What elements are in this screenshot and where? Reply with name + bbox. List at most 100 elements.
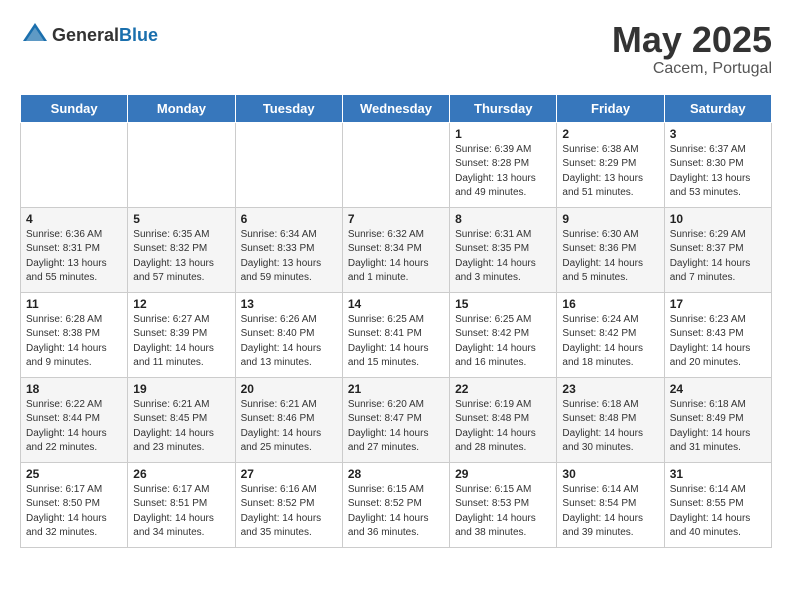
calendar-cell: 31Sunrise: 6:14 AMSunset: 8:55 PMDayligh… <box>664 462 771 547</box>
calendar-cell: 30Sunrise: 6:14 AMSunset: 8:54 PMDayligh… <box>557 462 664 547</box>
calendar-week-1: 4 Sunrise: 6:36 AMSunset: 8:31 PMDaylight… <box>21 207 772 292</box>
day-info: Sunrise: 6:21 AMSunset: 8:46 PMDaylight:… <box>241 398 337 456</box>
calendar-cell: 25Sunrise: 6:17 AMSunset: 8:50 PMDayligh… <box>21 462 128 547</box>
location-subtitle: Cacem, Portugal <box>612 60 772 78</box>
day-number: 16 <box>562 297 658 311</box>
day-info: Sunrise: 6:16 AMSunset: 8:52 PMDaylight:… <box>241 483 337 541</box>
calendar-week-0: 1Sunrise: 6:39 AMSunset: 8:28 PMDaylight… <box>21 122 772 207</box>
calendar-cell: 21Sunrise: 6:20 AMSunset: 8:47 PMDayligh… <box>342 377 449 462</box>
day-number: 4 <box>26 212 122 226</box>
day-number: 24 <box>670 382 766 396</box>
calendar-cell: 4 Sunrise: 6:36 AMSunset: 8:31 PMDaylight… <box>21 207 128 292</box>
calendar-cell: 27 Sunrise: 6:16 AMSunset: 8:52 PMDayligh… <box>235 462 342 547</box>
calendar-cell: 14Sunrise: 6:25 AMSunset: 8:41 PMDayligh… <box>342 292 449 377</box>
day-info: Sunrise: 6:38 AMSunset: 8:29 PMDaylight:… <box>562 143 658 201</box>
calendar-cell: 6Sunrise: 6:34 AMSunset: 8:33 PMDaylight… <box>235 207 342 292</box>
day-number: 3 <box>670 127 766 141</box>
day-info: Sunrise: 6:19 AMSunset: 8:48 PMDaylight:… <box>455 398 551 456</box>
day-number: 23 <box>562 382 658 396</box>
day-number: 9 <box>562 212 658 226</box>
day-info: Sunrise: 6:15 AMSunset: 8:52 PMDaylight:… <box>348 483 444 541</box>
day-number: 28 <box>348 467 444 481</box>
day-info: Sunrise: 6:32 AMSunset: 8:34 PMDaylight:… <box>348 228 444 286</box>
day-info: Sunrise: 6:18 AMSunset: 8:48 PMDaylight:… <box>562 398 658 456</box>
header-day-thursday: Thursday <box>450 94 557 122</box>
calendar-cell: 17 Sunrise: 6:23 AMSunset: 8:43 PMDayligh… <box>664 292 771 377</box>
day-info: Sunrise: 6:36 AMSunset: 8:31 PMDaylight:… <box>26 228 122 286</box>
day-info: Sunrise: 6:29 AMSunset: 8:37 PMDaylight:… <box>670 228 766 286</box>
header-day-sunday: Sunday <box>21 94 128 122</box>
calendar-cell: 8Sunrise: 6:31 AMSunset: 8:35 PMDaylight… <box>450 207 557 292</box>
calendar-header: SundayMondayTuesdayWednesdayThursdayFrid… <box>21 94 772 122</box>
calendar-cell: 23 Sunrise: 6:18 AMSunset: 8:48 PMDayligh… <box>557 377 664 462</box>
calendar-cell: 22Sunrise: 6:19 AMSunset: 8:48 PMDayligh… <box>450 377 557 462</box>
day-info: Sunrise: 6:14 AMSunset: 8:54 PMDaylight:… <box>562 483 658 541</box>
calendar-cell: 1Sunrise: 6:39 AMSunset: 8:28 PMDaylight… <box>450 122 557 207</box>
day-number: 8 <box>455 212 551 226</box>
calendar-table: SundayMondayTuesdayWednesdayThursdayFrid… <box>20 94 772 548</box>
calendar-cell: 24 Sunrise: 6:18 AMSunset: 8:49 PMDayligh… <box>664 377 771 462</box>
calendar-cell <box>235 122 342 207</box>
calendar-cell: 26Sunrise: 6:17 AMSunset: 8:51 PMDayligh… <box>128 462 235 547</box>
day-info: Sunrise: 6:26 AMSunset: 8:40 PMDaylight:… <box>241 313 337 371</box>
day-number: 15 <box>455 297 551 311</box>
header-day-wednesday: Wednesday <box>342 94 449 122</box>
calendar-cell: 18Sunrise: 6:22 AMSunset: 8:44 PMDayligh… <box>21 377 128 462</box>
header-row: SundayMondayTuesdayWednesdayThursdayFrid… <box>21 94 772 122</box>
day-number: 5 <box>133 212 229 226</box>
day-info: Sunrise: 6:30 AMSunset: 8:36 PMDaylight:… <box>562 228 658 286</box>
header-day-monday: Monday <box>128 94 235 122</box>
day-info: Sunrise: 6:27 AMSunset: 8:39 PMDaylight:… <box>133 313 229 371</box>
calendar-cell: 29 Sunrise: 6:15 AMSunset: 8:53 PMDayligh… <box>450 462 557 547</box>
calendar-cell: 10 Sunrise: 6:29 AMSunset: 8:37 PMDayligh… <box>664 207 771 292</box>
calendar-week-4: 25Sunrise: 6:17 AMSunset: 8:50 PMDayligh… <box>21 462 772 547</box>
day-number: 1 <box>455 127 551 141</box>
day-info: Sunrise: 6:25 AMSunset: 8:42 PMDaylight:… <box>455 313 551 371</box>
calendar-cell: 15 Sunrise: 6:25 AMSunset: 8:42 PMDayligh… <box>450 292 557 377</box>
calendar-cell: 7Sunrise: 6:32 AMSunset: 8:34 PMDaylight… <box>342 207 449 292</box>
header-day-saturday: Saturday <box>664 94 771 122</box>
day-info: Sunrise: 6:18 AMSunset: 8:49 PMDaylight:… <box>670 398 766 456</box>
day-number: 13 <box>241 297 337 311</box>
day-number: 11 <box>26 297 122 311</box>
calendar-cell: 13 Sunrise: 6:26 AMSunset: 8:40 PMDayligh… <box>235 292 342 377</box>
calendar-cell: 20 Sunrise: 6:21 AMSunset: 8:46 PMDayligh… <box>235 377 342 462</box>
day-number: 10 <box>670 212 766 226</box>
calendar-cell: 3 Sunrise: 6:37 AMSunset: 8:30 PMDaylight… <box>664 122 771 207</box>
calendar-cell: 2 Sunrise: 6:38 AMSunset: 8:29 PMDaylight… <box>557 122 664 207</box>
day-number: 18 <box>26 382 122 396</box>
calendar-cell: 11 Sunrise: 6:28 AMSunset: 8:38 PMDayligh… <box>21 292 128 377</box>
day-number: 2 <box>562 127 658 141</box>
calendar-cell <box>21 122 128 207</box>
day-number: 27 <box>241 467 337 481</box>
page-header: GeneralBlue May 2025 Cacem, Portugal <box>20 20 772 78</box>
month-year-title: May 2025 <box>612 20 772 60</box>
day-number: 6 <box>241 212 337 226</box>
calendar-cell: 28 Sunrise: 6:15 AMSunset: 8:52 PMDayligh… <box>342 462 449 547</box>
day-number: 19 <box>133 382 229 396</box>
day-info: Sunrise: 6:37 AMSunset: 8:30 PMDaylight:… <box>670 143 766 201</box>
day-number: 14 <box>348 297 444 311</box>
calendar-cell: 19Sunrise: 6:21 AMSunset: 8:45 PMDayligh… <box>128 377 235 462</box>
logo-blue-text: Blue <box>119 25 158 45</box>
header-day-friday: Friday <box>557 94 664 122</box>
day-number: 29 <box>455 467 551 481</box>
day-info: Sunrise: 6:14 AMSunset: 8:55 PMDaylight:… <box>670 483 766 541</box>
logo: GeneralBlue <box>20 20 158 50</box>
day-number: 26 <box>133 467 229 481</box>
calendar-cell <box>128 122 235 207</box>
logo-icon <box>20 20 50 50</box>
calendar-cell: 16 Sunrise: 6:24 AMSunset: 8:42 PMDayligh… <box>557 292 664 377</box>
calendar-cell <box>342 122 449 207</box>
day-info: Sunrise: 6:28 AMSunset: 8:38 PMDaylight:… <box>26 313 122 371</box>
day-info: Sunrise: 6:23 AMSunset: 8:43 PMDaylight:… <box>670 313 766 371</box>
calendar-body: 1Sunrise: 6:39 AMSunset: 8:28 PMDaylight… <box>21 122 772 547</box>
calendar-cell: 5 Sunrise: 6:35 AMSunset: 8:32 PMDaylight… <box>128 207 235 292</box>
day-info: Sunrise: 6:35 AMSunset: 8:32 PMDaylight:… <box>133 228 229 286</box>
day-info: Sunrise: 6:15 AMSunset: 8:53 PMDaylight:… <box>455 483 551 541</box>
day-number: 25 <box>26 467 122 481</box>
day-info: Sunrise: 6:24 AMSunset: 8:42 PMDaylight:… <box>562 313 658 371</box>
day-number: 17 <box>670 297 766 311</box>
day-number: 20 <box>241 382 337 396</box>
header-day-tuesday: Tuesday <box>235 94 342 122</box>
